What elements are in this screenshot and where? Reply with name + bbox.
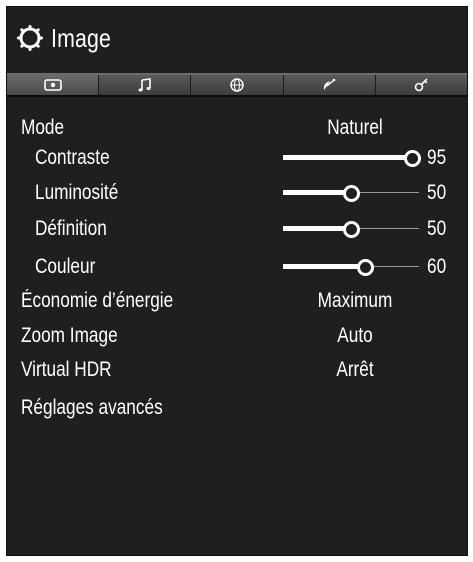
energy-saving-label: Économie d’énergie	[21, 289, 174, 312]
brightness-row[interactable]: Luminosité 50	[7, 178, 467, 208]
tab-picture[interactable]	[7, 75, 100, 95]
brightness-slider[interactable]	[283, 185, 419, 202]
picture-icon	[43, 79, 62, 91]
satellite-dish-icon	[324, 78, 336, 90]
sharpness-label: Définition	[35, 217, 107, 240]
contrast-label: Contraste	[35, 146, 110, 169]
slider-knob[interactable]	[404, 150, 422, 167]
gear-icon	[17, 25, 43, 51]
slider-knob[interactable]	[343, 185, 360, 202]
color-row[interactable]: Couleur 60	[7, 252, 467, 282]
slider-fill	[283, 226, 351, 231]
menu-header: Image	[7, 7, 467, 71]
slider-fill	[283, 264, 365, 269]
zoom-row[interactable]: Zoom Image Auto	[7, 321, 467, 351]
slider-fill	[283, 190, 351, 195]
menu-tabs	[7, 73, 468, 97]
slider-knob[interactable]	[356, 259, 374, 276]
mode-value: Naturel	[327, 116, 383, 139]
sharpness-row[interactable]: Définition 50	[7, 214, 467, 244]
mode-row[interactable]: Mode Naturel	[7, 113, 467, 143]
advanced-settings-row[interactable]: Réglages avancés	[7, 393, 467, 423]
advanced-settings-label: Réglages avancés	[21, 396, 163, 419]
contrast-row[interactable]: Contraste 95	[7, 143, 467, 173]
zoom-value: Auto	[337, 324, 373, 347]
tab-sound[interactable]	[99, 75, 192, 95]
slider-fill	[283, 155, 413, 160]
color-label: Couleur	[35, 255, 96, 278]
sharpness-slider[interactable]	[283, 221, 419, 238]
tab-installation[interactable]	[283, 75, 376, 95]
mode-label: Mode	[21, 116, 65, 139]
color-value: 60	[427, 255, 447, 278]
energy-saving-row[interactable]: Économie d’énergie Maximum	[7, 286, 467, 316]
zoom-label: Zoom Image	[21, 324, 118, 347]
brightness-value: 50	[427, 181, 447, 204]
contrast-value: 95	[427, 146, 447, 169]
globe-icon	[230, 78, 244, 92]
hdr-value: Arrêt	[336, 358, 374, 381]
picture-settings-menu: Image Mode Naturel Contraste 95 Luminosi…	[6, 6, 468, 556]
tab-system[interactable]	[375, 75, 468, 95]
contrast-slider[interactable]	[283, 150, 422, 167]
brightness-label: Luminosité	[35, 181, 119, 204]
energy-saving-value: Maximum	[317, 289, 393, 312]
color-slider[interactable]	[283, 259, 419, 276]
hdr-label: Virtual HDR	[21, 358, 112, 381]
settings-key-icon	[415, 78, 428, 92]
page-title: Image	[51, 23, 112, 53]
music-note-icon	[138, 78, 151, 92]
sharpness-value: 50	[427, 217, 447, 240]
hdr-row[interactable]: Virtual HDR Arrêt	[7, 355, 467, 385]
tab-network[interactable]	[191, 75, 284, 95]
slider-knob[interactable]	[343, 221, 360, 238]
